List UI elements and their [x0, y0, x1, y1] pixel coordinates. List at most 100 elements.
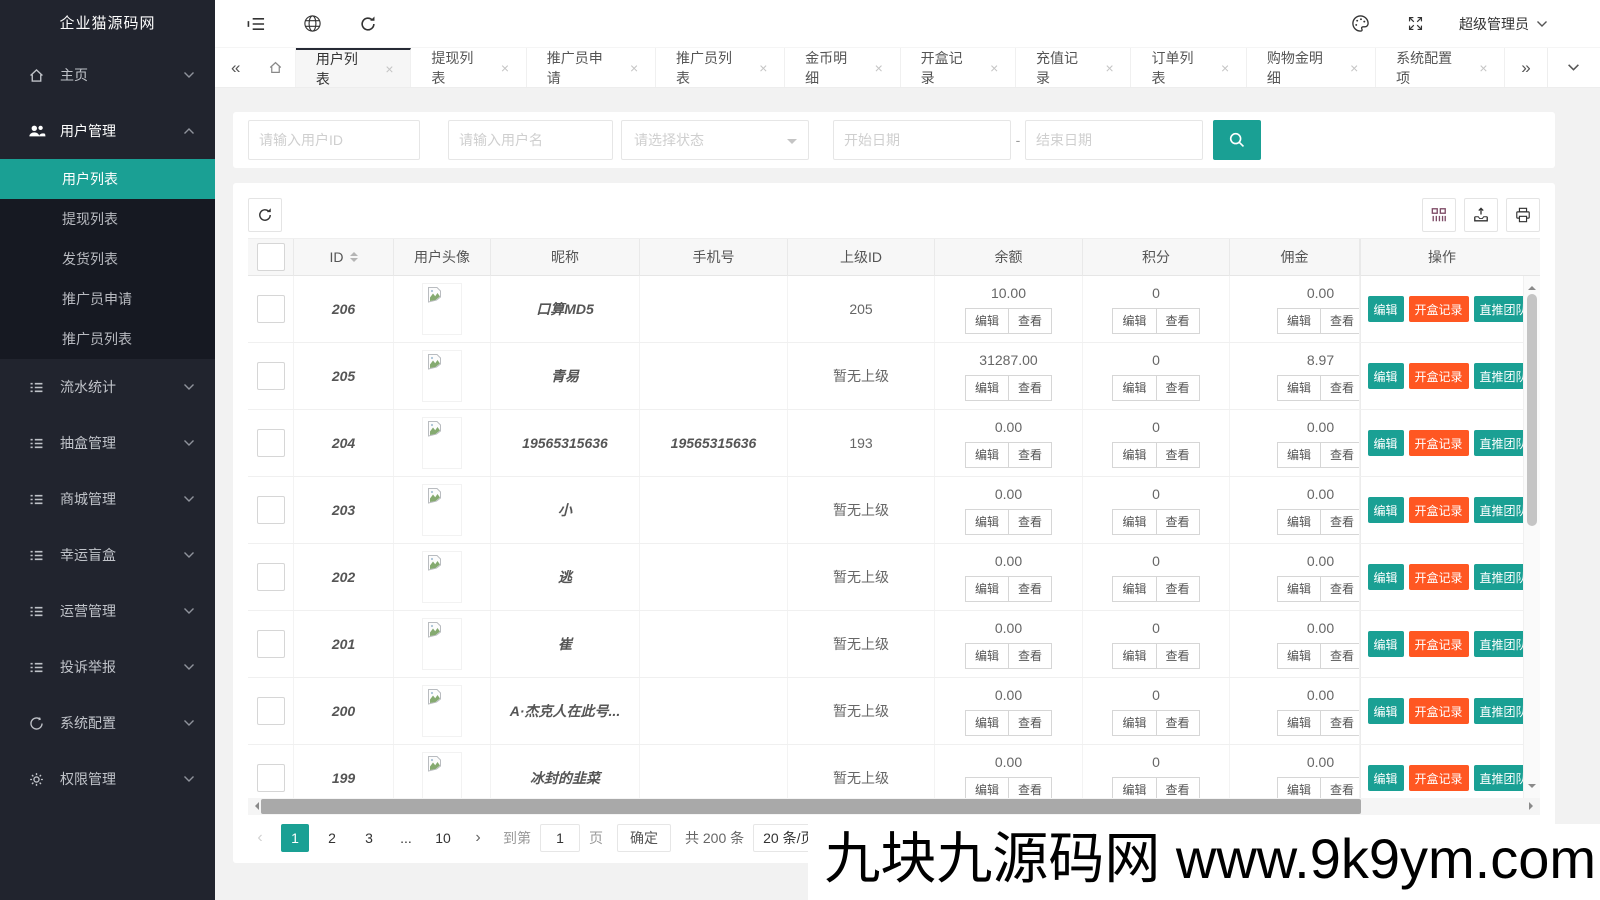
row-checkbox[interactable]: [257, 429, 285, 457]
prev-page-button[interactable]: ‹: [248, 829, 272, 847]
refresh-icon[interactable]: [357, 13, 379, 35]
action-button-open-box-record[interactable]: 开盒记录: [1409, 564, 1469, 590]
action-button-direct-team[interactable]: 直推团队: [1474, 296, 1523, 322]
balance-view-button[interactable]: 查看: [1008, 375, 1052, 401]
action-button-edit[interactable]: 编辑: [1368, 497, 1404, 523]
vertical-scrollbar[interactable]: [1523, 276, 1540, 798]
commission-edit-button[interactable]: 编辑: [1277, 375, 1321, 401]
tab-order-list[interactable]: 订单列表×: [1131, 48, 1246, 87]
commission-view-button[interactable]: 查看: [1320, 308, 1360, 334]
tab-close-icon[interactable]: ×: [498, 60, 512, 76]
row-checkbox[interactable]: [257, 563, 285, 591]
row-checkbox[interactable]: [257, 630, 285, 658]
sidebar-subitem-withdraw-list[interactable]: 提现列表: [0, 199, 215, 239]
commission-view-button[interactable]: 查看: [1320, 442, 1360, 468]
page-button-10[interactable]: 10: [429, 824, 457, 852]
action-button-direct-team[interactable]: 直推团队: [1474, 363, 1523, 389]
theme-palette-icon[interactable]: [1349, 13, 1371, 35]
tab-close-icon[interactable]: ×: [1218, 60, 1232, 76]
page-button-3[interactable]: 3: [355, 824, 383, 852]
action-button-edit[interactable]: 编辑: [1368, 698, 1404, 724]
points-edit-button[interactable]: 编辑: [1112, 643, 1156, 669]
points-edit-button[interactable]: 编辑: [1112, 509, 1156, 535]
balance-view-button[interactable]: 查看: [1008, 710, 1052, 736]
menu-fold-icon[interactable]: [245, 13, 267, 35]
points-view-button[interactable]: 查看: [1156, 576, 1200, 602]
commission-view-button[interactable]: 查看: [1320, 777, 1360, 799]
action-button-open-box-record[interactable]: 开盒记录: [1409, 497, 1469, 523]
sidebar-subitem-user-list[interactable]: 用户列表: [0, 159, 215, 199]
row-checkbox[interactable]: [257, 496, 285, 524]
sort-icon[interactable]: [350, 252, 358, 262]
sidebar-item-mall-mgmt[interactable]: 商城管理: [0, 471, 215, 527]
horizontal-scrollbar[interactable]: [248, 798, 1540, 815]
tab-close-icon[interactable]: ×: [987, 60, 1001, 76]
commission-edit-button[interactable]: 编辑: [1277, 442, 1321, 468]
scroll-right-arrow-icon[interactable]: [1529, 802, 1537, 810]
action-button-open-box-record[interactable]: 开盒记录: [1409, 631, 1469, 657]
goto-page-input[interactable]: [540, 824, 580, 852]
points-edit-button[interactable]: 编辑: [1112, 710, 1156, 736]
tab-close-icon[interactable]: ×: [383, 61, 397, 77]
action-button-direct-team[interactable]: 直推团队: [1474, 765, 1523, 791]
action-button-open-box-record[interactable]: 开盒记录: [1409, 363, 1469, 389]
end-date-input[interactable]: [1025, 120, 1203, 160]
tab-close-icon[interactable]: ×: [627, 60, 641, 76]
sidebar-subitem-promoter-apply[interactable]: 推广员申请: [0, 279, 215, 319]
search-button[interactable]: [1213, 120, 1261, 160]
points-edit-button[interactable]: 编辑: [1112, 576, 1156, 602]
points-view-button[interactable]: 查看: [1156, 375, 1200, 401]
action-button-direct-team[interactable]: 直推团队: [1474, 631, 1523, 657]
status-select[interactable]: 请选择状态: [621, 120, 809, 160]
tab-close-icon[interactable]: ×: [756, 60, 770, 76]
admin-dropdown[interactable]: 超级管理员: [1459, 14, 1548, 34]
balance-edit-button[interactable]: 编辑: [965, 777, 1009, 799]
tab-close-icon[interactable]: ×: [872, 60, 886, 76]
filter-columns-button[interactable]: [1422, 198, 1456, 232]
sidebar-item-lucky-box[interactable]: 幸运盲盒: [0, 527, 215, 583]
points-view-button[interactable]: 查看: [1156, 308, 1200, 334]
action-button-open-box-record[interactable]: 开盒记录: [1409, 765, 1469, 791]
commission-edit-button[interactable]: 编辑: [1277, 308, 1321, 334]
action-button-edit[interactable]: 编辑: [1368, 296, 1404, 322]
commission-view-button[interactable]: 查看: [1320, 375, 1360, 401]
commission-view-button[interactable]: 查看: [1320, 509, 1360, 535]
balance-edit-button[interactable]: 编辑: [965, 509, 1009, 535]
points-edit-button[interactable]: 编辑: [1112, 442, 1156, 468]
tab-gold-coin-detail[interactable]: 金币明细×: [785, 48, 900, 87]
sidebar-subitem-promoter-list[interactable]: 推广员列表: [0, 319, 215, 359]
action-button-edit[interactable]: 编辑: [1368, 430, 1404, 456]
sidebar-item-home[interactable]: 主页: [0, 47, 215, 103]
commission-view-button[interactable]: 查看: [1320, 643, 1360, 669]
points-edit-button[interactable]: 编辑: [1112, 308, 1156, 334]
tab-home[interactable]: [256, 48, 295, 87]
row-checkbox[interactable]: [257, 295, 285, 323]
tabs-menu-button[interactable]: [1547, 48, 1600, 87]
points-edit-button[interactable]: 编辑: [1112, 777, 1156, 799]
balance-view-button[interactable]: 查看: [1008, 643, 1052, 669]
sidebar-item-system-config[interactable]: 系统配置: [0, 695, 215, 751]
points-view-button[interactable]: 查看: [1156, 442, 1200, 468]
tabs-scroll-left-button[interactable]: «: [215, 48, 256, 87]
commission-edit-button[interactable]: 编辑: [1277, 509, 1321, 535]
vertical-scrollbar-thumb[interactable]: [1527, 294, 1537, 526]
balance-edit-button[interactable]: 编辑: [965, 442, 1009, 468]
print-button[interactable]: [1506, 198, 1540, 232]
action-button-direct-team[interactable]: 直推团队: [1474, 698, 1523, 724]
action-button-direct-team[interactable]: 直推团队: [1474, 430, 1523, 456]
balance-view-button[interactable]: 查看: [1008, 442, 1052, 468]
tab-close-icon[interactable]: ×: [1347, 60, 1361, 76]
action-button-edit[interactable]: 编辑: [1368, 564, 1404, 590]
table-refresh-button[interactable]: [248, 198, 282, 232]
balance-edit-button[interactable]: 编辑: [965, 308, 1009, 334]
commission-edit-button[interactable]: 编辑: [1277, 777, 1321, 799]
scroll-down-arrow-icon[interactable]: [1528, 784, 1536, 792]
balance-view-button[interactable]: 查看: [1008, 777, 1052, 799]
action-button-open-box-record[interactable]: 开盒记录: [1409, 430, 1469, 456]
tabs-scroll-right-button[interactable]: »: [1505, 48, 1546, 87]
action-button-edit[interactable]: 编辑: [1368, 765, 1404, 791]
tab-open-box-record[interactable]: 开盒记录×: [901, 48, 1016, 87]
balance-view-button[interactable]: 查看: [1008, 576, 1052, 602]
action-button-open-box-record[interactable]: 开盒记录: [1409, 698, 1469, 724]
fullscreen-icon[interactable]: [1404, 13, 1426, 35]
